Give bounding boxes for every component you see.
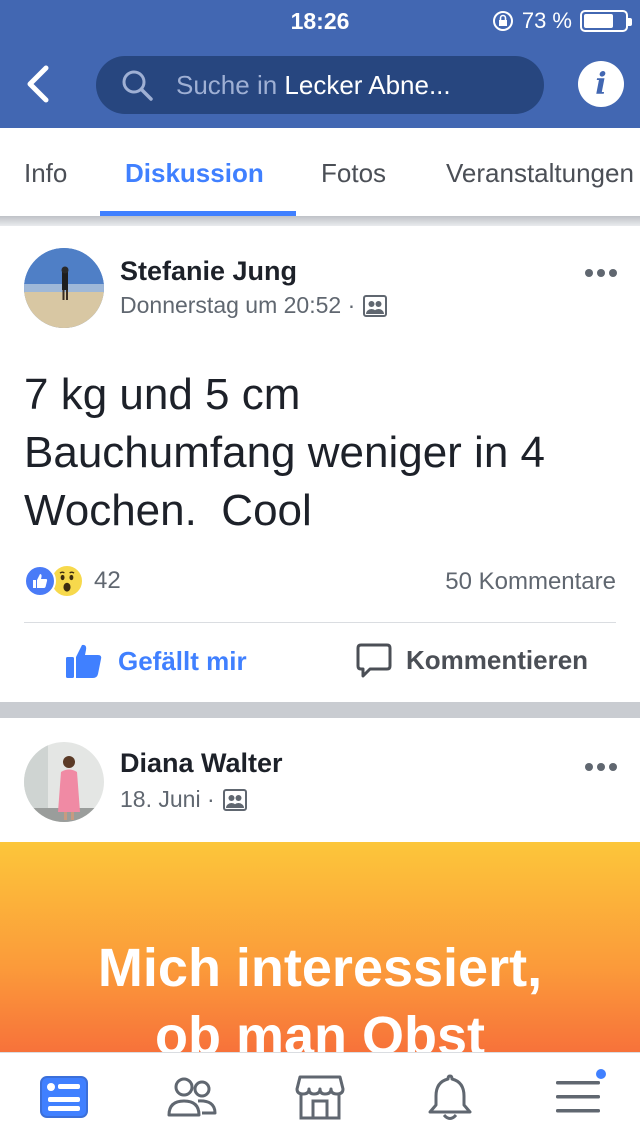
battery-level xyxy=(584,14,614,28)
tab-fotos[interactable]: Fotos xyxy=(321,158,386,189)
tab-veranstaltungen[interactable]: Veranstaltungen xyxy=(446,158,634,189)
notification-dot xyxy=(594,1067,608,1081)
search-text: Suche in Lecker Abne... xyxy=(176,70,451,101)
search-input[interactable]: Suche in Lecker Abne... xyxy=(96,56,544,114)
more-icon[interactable] xyxy=(584,762,618,772)
group-icon xyxy=(363,294,388,317)
avatar[interactable] xyxy=(24,742,104,822)
like-button[interactable]: Gefällt mir xyxy=(64,642,247,680)
action-divider xyxy=(24,622,616,623)
post-banner[interactable]: Mich interessiert, ob man Obst xyxy=(0,842,640,1052)
comment-icon xyxy=(356,643,392,678)
section-divider xyxy=(0,216,640,226)
like-icon xyxy=(66,644,102,678)
banner-line: ob man Obst xyxy=(154,1006,485,1052)
group-tabs: Info Diskussion Fotos Veranstaltungen xyxy=(0,128,640,216)
top-bar: 18:26 73 % Suche in Lecker Abne... i xyxy=(0,0,640,128)
status-bar: 18:26 73 % xyxy=(0,0,640,40)
post-text-line: 7 kg und 5 cm xyxy=(24,370,301,419)
more-icon[interactable] xyxy=(584,268,618,278)
post-text-line: Wochen. Cool xyxy=(24,486,312,535)
search-value: Lecker Abne... xyxy=(284,69,451,100)
search-placeholder: Suche in xyxy=(176,69,285,100)
post-author[interactable]: Diana Walter xyxy=(120,748,283,779)
comment-button[interactable]: Kommentieren xyxy=(356,642,588,678)
rotation-lock-icon xyxy=(492,11,513,31)
post-text-line: Bauchumfang weniger in 4 xyxy=(24,428,545,477)
tab-diskussion[interactable]: Diskussion xyxy=(125,158,264,189)
post-text: 7 kg und 5 cm Bauchumfang weniger in 4 W… xyxy=(24,366,604,540)
post-author[interactable]: Stefanie Jung xyxy=(120,256,297,287)
battery-icon xyxy=(580,10,632,32)
like-button-label: Gefällt mir xyxy=(118,645,247,676)
info-icon[interactable]: i xyxy=(578,61,624,107)
tab-info[interactable]: Info xyxy=(24,158,67,189)
battery-percent: 73 % xyxy=(521,8,572,33)
friends-icon[interactable] xyxy=(166,1071,218,1123)
post-meta: 18. Juni · xyxy=(120,786,247,813)
comments-count[interactable]: 50 Kommentare xyxy=(445,568,616,596)
news-feed-icon[interactable] xyxy=(38,1071,90,1123)
comment-button-label: Kommentieren xyxy=(406,644,589,675)
like-icon xyxy=(24,565,56,597)
avatar-photo xyxy=(24,742,104,822)
banner-line: Mich interessiert, xyxy=(97,938,543,998)
post-time[interactable]: Donnerstag um 20:52 · xyxy=(120,292,355,319)
status-indicators: 73 % xyxy=(492,8,632,34)
section-divider xyxy=(0,702,640,718)
post-card: Diana Walter 18. Juni · xyxy=(0,718,640,842)
marketplace-icon[interactable] xyxy=(294,1071,346,1123)
banner-text: Mich interessiert, ob man Obst xyxy=(0,934,640,1052)
reactions-summary[interactable]: 42 xyxy=(24,564,121,598)
back-icon[interactable] xyxy=(20,64,56,104)
post-card: Stefanie Jung Donnerstag um 20:52 · 7 kg… xyxy=(0,226,640,702)
avatar-photo xyxy=(24,248,104,328)
avatar[interactable] xyxy=(24,248,104,328)
bottom-tab-bar xyxy=(0,1052,640,1136)
notifications-icon[interactable] xyxy=(424,1071,476,1123)
menu-button[interactable] xyxy=(552,1067,608,1123)
search-icon xyxy=(122,70,153,101)
post-time[interactable]: 18. Juni · xyxy=(120,786,215,813)
group-icon xyxy=(222,788,247,811)
reaction-count: 42 xyxy=(94,567,121,594)
post-meta: Donnerstag um 20:52 · xyxy=(120,292,388,319)
